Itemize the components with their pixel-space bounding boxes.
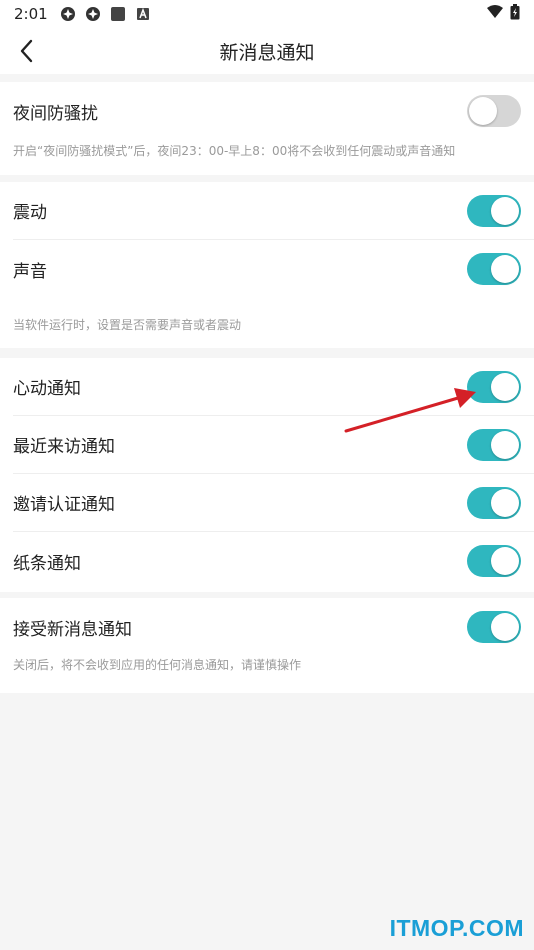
heartbeat-row: 心动通知 [13, 358, 534, 416]
sound-row: 声音 [13, 240, 534, 298]
toggle-knob [491, 255, 519, 283]
recent-visitors-toggle[interactable] [467, 428, 521, 461]
sound-vibration-hint: 当软件运行时，设置是否需要声音或者震动 [13, 318, 242, 332]
status-time: 2:01 [14, 5, 48, 23]
note-toggle[interactable] [467, 545, 521, 577]
a-badge-icon [135, 6, 151, 22]
toggle-knob [491, 430, 519, 459]
status-bar: 2:01 [0, 0, 534, 28]
night-mode-section: 夜间防骚扰 开启“夜间防骚扰模式”后，夜间23：00-早上8：00将不会收到任何… [0, 82, 534, 175]
night-mode-row: 夜间防骚扰 [13, 82, 534, 140]
receive-messages-row: 接受新消息通知 [13, 598, 534, 656]
receive-messages-label: 接受新消息通知 [13, 619, 132, 640]
watermark: ITMOP.COM [389, 915, 524, 941]
status-right [486, 4, 520, 24]
toggle-knob [491, 372, 519, 401]
nav-bar: 新消息通知 [0, 28, 534, 74]
vibration-row: 震动 [13, 182, 534, 240]
toggle-knob [491, 488, 519, 517]
toggle-knob [491, 613, 519, 641]
invite-verify-label: 邀请认证通知 [13, 495, 115, 515]
vibration-label: 震动 [13, 203, 47, 223]
sound-label: 声音 [13, 261, 47, 282]
night-mode-hint: 开启“夜间防骚扰模式”后，夜间23：00-早上8：00将不会收到任何震动或声音通… [13, 144, 456, 158]
receive-messages-toggle[interactable] [467, 611, 521, 643]
notifications-section: 心动通知 最近来访通知 邀请认证通知 纸条通知 [0, 358, 534, 592]
page-title: 新消息通知 [219, 41, 315, 64]
app-notification-icon [60, 6, 76, 22]
square-icon [110, 6, 126, 22]
recent-visitors-label: 最近来访通知 [13, 437, 115, 457]
app-notification-icon [85, 6, 101, 22]
note-row: 纸条通知 [13, 532, 534, 590]
wifi-icon [486, 5, 504, 23]
vibration-toggle[interactable] [467, 194, 521, 227]
recent-visitors-row: 最近来访通知 [13, 416, 534, 474]
night-mode-toggle[interactable] [467, 95, 521, 127]
toggle-knob [469, 97, 497, 125]
invite-verify-row: 邀请认证通知 [13, 474, 534, 532]
chevron-left-icon [20, 39, 33, 63]
sound-vibration-section: 震动 声音 当软件运行时，设置是否需要声音或者震动 [0, 182, 534, 348]
toggle-knob [491, 196, 519, 225]
sound-toggle[interactable] [467, 253, 521, 285]
receive-messages-section: 接受新消息通知 关闭后，将不会收到应用的任何消息通知，请谨慎操作 [0, 598, 534, 693]
receive-messages-hint: 关闭后，将不会收到应用的任何消息通知，请谨慎操作 [13, 658, 302, 672]
invite-verify-toggle[interactable] [467, 486, 521, 519]
night-mode-label: 夜间防骚扰 [13, 103, 98, 124]
toggle-knob [491, 547, 519, 575]
note-label: 纸条通知 [13, 553, 81, 574]
heartbeat-label: 心动通知 [13, 379, 81, 399]
battery-icon [510, 4, 520, 24]
back-button[interactable] [10, 34, 44, 68]
heartbeat-toggle[interactable] [467, 370, 521, 403]
